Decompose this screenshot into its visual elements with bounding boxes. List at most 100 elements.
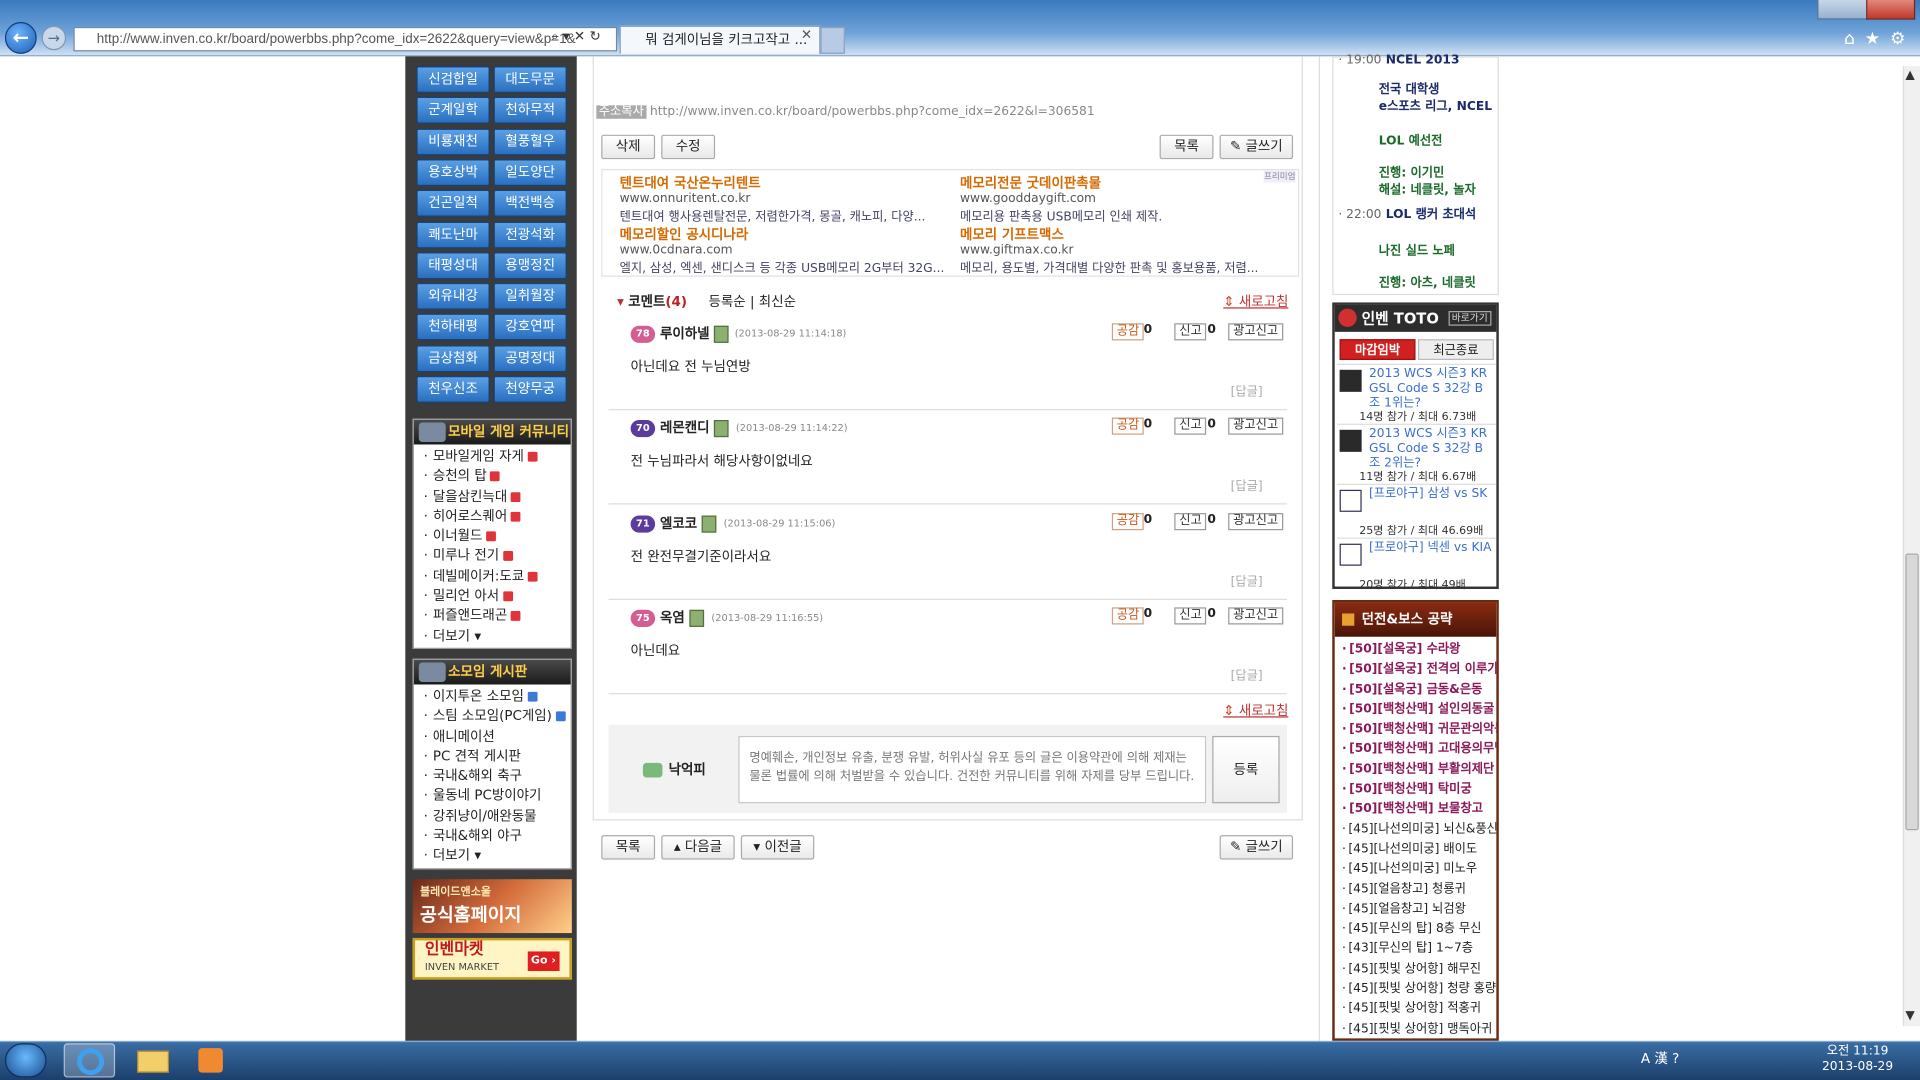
toto-title[interactable]: [프로야구] 넥센 vs KIA <box>1369 541 1494 556</box>
schedule-text[interactable]: 나진 실드 노페 <box>1379 245 1455 258</box>
search-refresh-icons[interactable]: ⌕ ▾ ✕ ↻ <box>551 28 601 45</box>
window-close-button[interactable] <box>1866 0 1916 20</box>
ad-item[interactable]: 메모리할인 공시디나라 www.0cdnara.com 엘지, 삼성, 엑센, 샌디… <box>620 224 951 276</box>
dungeon-item[interactable]: [45][무신의 탑] 8층 무신 <box>1335 920 1497 940</box>
comment-nick[interactable]: 옥염 <box>660 607 704 627</box>
class-button[interactable]: 전광석화 <box>493 221 567 248</box>
taskbar-media[interactable] <box>186 1043 237 1077</box>
dungeon-item[interactable]: [43][무신의 탑] 1~7층 <box>1335 940 1497 960</box>
dungeon-item[interactable]: [50][백청산맥] 부활의제단 <box>1335 760 1497 780</box>
schedule-text[interactable]: e스포츠 리그, NCEL <box>1379 100 1492 113</box>
refresh-link-top[interactable]: 새로고침 <box>1223 291 1289 311</box>
class-button[interactable]: 용맹정진 <box>493 251 567 279</box>
dungeon-item[interactable]: [45][핏빛 상어항] 맹독아귀 <box>1335 1020 1497 1039</box>
class-button[interactable]: 백전백승 <box>493 190 567 217</box>
mobile-community-item[interactable]: 모바일게임 자게 <box>414 447 571 467</box>
ad-title[interactable]: 메모리전문 굿데이판촉물 <box>960 173 1291 193</box>
back-arrow-icon[interactable]: ← <box>4 22 37 54</box>
class-button[interactable]: 일도양단 <box>493 159 567 186</box>
toto-item[interactable]: 2013 WCS 시즌3 KR GSL Code S 32강 B조 1위는? 14… <box>1337 363 1497 424</box>
dungeon-item[interactable]: [45][나선의미궁] 배이도 <box>1335 840 1497 860</box>
class-button[interactable]: 금상첨화 <box>416 344 490 372</box>
taskbar-ie[interactable] <box>63 1043 116 1078</box>
dungeon-item[interactable]: [45][핏빛 상어항] 해무진 <box>1335 960 1497 980</box>
tab-close-icon[interactable]: ✕ <box>801 27 812 43</box>
class-button[interactable]: 천양무궁 <box>493 375 567 403</box>
dungeon-item[interactable]: [50][백청산맥] 설인의동굴 <box>1335 700 1497 720</box>
scroll-down-icon[interactable]: ▼ <box>1905 1009 1914 1022</box>
toto-item[interactable]: [프로야구] 삼성 vs SK 25명 참가 / 최대 46.69배 <box>1337 483 1497 538</box>
schedule-text[interactable]: NCEL 2013 <box>1386 54 1460 67</box>
reply-link[interactable]: [답글] <box>1231 665 1263 683</box>
class-button[interactable]: 일취월장 <box>493 282 567 310</box>
prev-post-button[interactable]: ▾ 이전글 <box>740 835 815 860</box>
small-group-item[interactable]: 애니메이션 <box>414 727 571 747</box>
schedule-text[interactable]: 전국 대학생 <box>1379 83 1440 96</box>
short-url[interactable]: 주소복사 http://www.inven.co.kr/board/powerbb… <box>596 100 1095 119</box>
clock[interactable]: 오전 11:19 2013-08-29 <box>1820 1043 1896 1075</box>
class-button[interactable]: 혈풍혈우 <box>493 128 567 156</box>
mobile-community-item[interactable]: 데빌메이커:도쿄 <box>414 567 571 587</box>
class-button[interactable]: 외유내강 <box>416 282 490 310</box>
system-tray[interactable]: A 漢 ? <box>1641 1048 1679 1068</box>
scroll-up-icon[interactable]: ▲ <box>1905 69 1914 82</box>
taskbar-explorer[interactable] <box>127 1043 178 1077</box>
schedule-text[interactable]: LOL 예선전 <box>1379 135 1443 148</box>
submit-button[interactable]: 등록 <box>1212 735 1280 804</box>
report-button[interactable]: 신고 <box>1174 323 1207 341</box>
mobile-more-link[interactable]: 더보기 ▾ <box>414 627 571 647</box>
report-button[interactable]: 신고 <box>1174 417 1207 436</box>
class-button[interactable]: 건곤일척 <box>416 190 490 217</box>
agree-button[interactable]: 공감 <box>1111 607 1145 625</box>
ad-report-button[interactable]: 광고신고 <box>1228 323 1284 341</box>
refresh-link-bottom[interactable]: 새로고침 <box>1223 700 1289 720</box>
inven-market-banner[interactable]: 인벤마켓 INVEN MARKET Go › <box>412 937 572 980</box>
schedule-text[interactable]: LOL 랭커 초대석 <box>1386 208 1476 221</box>
vertical-scrollbar[interactable] <box>1902 66 1920 1027</box>
mobile-community-item[interactable]: 퍼즐앤드래곤 <box>414 607 571 627</box>
sort-options[interactable]: 등록순 | 최신순 <box>709 294 796 310</box>
ad-item[interactable]: 메모리전문 굿데이판촉물 www.gooddaygift.com 메모리용 판촉용 … <box>960 173 1291 224</box>
schedule-text[interactable]: 진행: 이기민 <box>1379 167 1444 180</box>
agree-button[interactable]: 공감 <box>1111 512 1145 530</box>
class-button[interactable]: 대도무문 <box>493 66 567 94</box>
reply-link[interactable]: [답글] <box>1231 381 1263 399</box>
comment-nick[interactable]: 엘코코 <box>660 513 717 533</box>
class-button[interactable]: 태평성대 <box>416 251 490 279</box>
tab-active[interactable]: 뭐 검게이님을 키크고작고 ... <box>619 25 821 54</box>
write-button[interactable]: ✎ 글쓰기 <box>1219 134 1294 160</box>
small-group-item[interactable]: 강쥐냥이/애완동물 <box>414 807 571 827</box>
small-group-item[interactable]: 이지투온 소모임 <box>414 687 571 707</box>
dungeon-item[interactable]: [50][백청산맥] 귀문관의악몽 <box>1335 720 1496 740</box>
class-button[interactable]: 강호연파 <box>493 313 567 341</box>
dungeon-item[interactable]: [50][백청산맥] 탁미궁 <box>1335 780 1497 800</box>
toto-title[interactable]: 2013 WCS 시즌3 KR GSL Code S 32강 B조 1위는? <box>1369 367 1494 411</box>
report-button[interactable]: 신고 <box>1174 512 1207 530</box>
class-button[interactable]: 쾌도난마 <box>416 221 490 248</box>
bns-homepage-banner[interactable]: 블레이드앤소울 공식홈페이지 <box>412 879 572 934</box>
dungeon-item[interactable]: [50][설옥궁] 금동&은동 <box>1335 680 1497 700</box>
class-button[interactable]: 천하무적 <box>493 97 567 125</box>
dungeon-item[interactable]: [45][얼음창고] 청룡귀 <box>1335 880 1497 900</box>
small-group-item[interactable]: PC 견적 게시판 <box>414 747 571 767</box>
dungeon-item[interactable]: [50][설옥궁] 수라왕 <box>1335 640 1497 660</box>
mobile-community-item[interactable]: 승천의 탑 <box>414 467 571 487</box>
class-button[interactable]: 공명정대 <box>493 344 567 372</box>
toto-item[interactable]: [프로야구] 넥센 vs KIA 20명 참가 / 최대 49배 <box>1337 537 1497 591</box>
class-button[interactable]: 비룡재천 <box>416 128 490 156</box>
dungeon-item[interactable]: [45][나선의미궁] 미노우 <box>1335 860 1497 880</box>
report-button[interactable]: 신고 <box>1174 607 1207 625</box>
edit-button[interactable]: 수정 <box>661 134 716 160</box>
agree-button[interactable]: 공감 <box>1111 417 1145 436</box>
new-tab-button[interactable] <box>820 26 845 54</box>
reply-link[interactable]: [답글] <box>1231 475 1263 493</box>
ad-report-button[interactable]: 광고신고 <box>1228 607 1284 625</box>
comment-nick[interactable]: 루이하넬 <box>660 323 729 343</box>
ad-title[interactable]: 메모리 기프트맥스 <box>960 224 1291 244</box>
bottom-list-button[interactable]: 목록 <box>601 835 656 860</box>
dungeon-item[interactable]: [45][얼음창고] 뇌검왕 <box>1335 900 1497 920</box>
small-group-item[interactable]: 국내&해외 야구 <box>414 827 571 847</box>
delete-button[interactable]: 삭제 <box>601 134 656 160</box>
forward-arrow-icon[interactable]: → <box>41 25 67 51</box>
reply-link[interactable]: [답글] <box>1231 570 1263 588</box>
